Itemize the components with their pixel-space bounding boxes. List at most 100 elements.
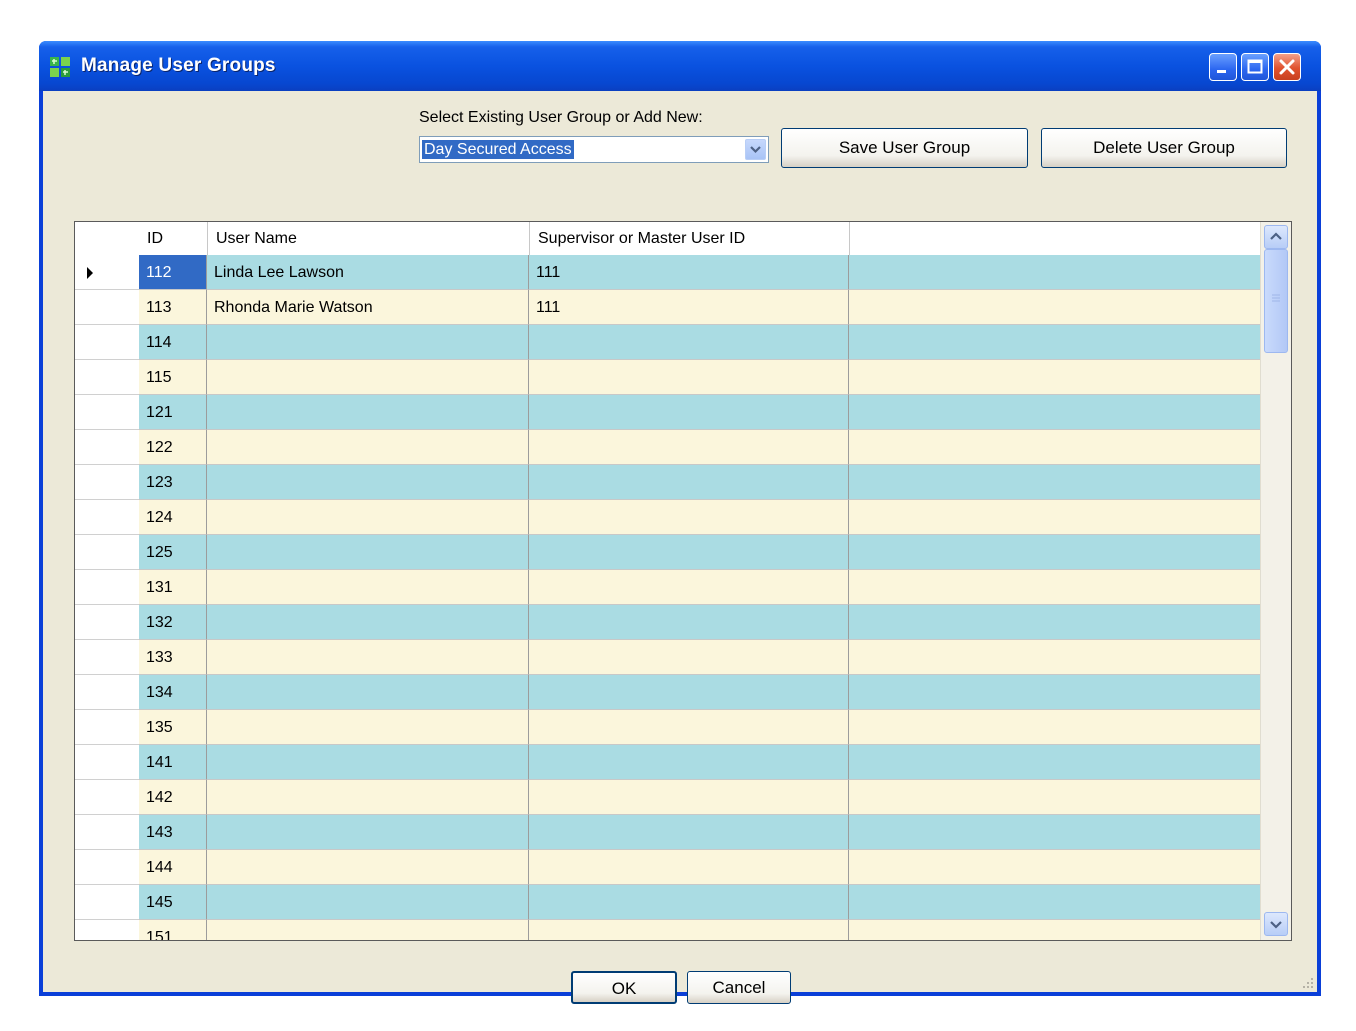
table-row[interactable]: 134 [75,675,1261,710]
cell-supervisor-id[interactable] [529,745,849,780]
row-header[interactable] [75,570,139,605]
table-row[interactable]: 135 [75,710,1261,745]
user-group-grid[interactable]: ID User Name Supervisor or Master User I… [74,221,1292,941]
cell-empty[interactable] [849,815,1261,850]
cell-user-name[interactable] [207,640,529,675]
cell-id[interactable]: 114 [139,325,207,360]
cell-supervisor-id[interactable] [529,815,849,850]
cell-supervisor-id[interactable] [529,395,849,430]
dropdown-button[interactable] [745,139,766,160]
cell-user-name[interactable] [207,325,529,360]
cell-empty[interactable] [849,360,1261,395]
cell-user-name[interactable] [207,535,529,570]
table-row[interactable]: 145 [75,885,1261,920]
cell-user-name[interactable] [207,710,529,745]
table-row[interactable]: 122 [75,430,1261,465]
cell-supervisor-id[interactable] [529,570,849,605]
cell-user-name[interactable] [207,500,529,535]
table-row[interactable]: 151 [75,920,1261,940]
close-button[interactable] [1273,53,1301,81]
cell-empty[interactable] [849,255,1261,290]
scroll-down-button[interactable] [1264,912,1288,936]
cell-empty[interactable] [849,570,1261,605]
table-row[interactable]: 114 [75,325,1261,360]
delete-user-group-button[interactable]: Delete User Group [1041,128,1287,168]
row-header[interactable] [75,815,139,850]
cell-empty[interactable] [849,395,1261,430]
cell-id[interactable]: 112 [139,255,207,290]
cell-id[interactable]: 124 [139,500,207,535]
column-header-user-name[interactable]: User Name [207,222,529,255]
column-header-supervisor[interactable]: Supervisor or Master User ID [529,222,849,255]
cell-empty[interactable] [849,430,1261,465]
table-row[interactable]: 144 [75,850,1261,885]
cell-id[interactable]: 145 [139,885,207,920]
cell-empty[interactable] [849,290,1261,325]
cell-supervisor-id[interactable] [529,710,849,745]
row-header[interactable] [75,850,139,885]
cell-user-name[interactable] [207,430,529,465]
cell-user-name[interactable] [207,605,529,640]
cell-supervisor-id[interactable] [529,920,849,940]
cell-empty[interactable] [849,675,1261,710]
cell-empty[interactable] [849,605,1261,640]
cell-id[interactable]: 142 [139,780,207,815]
cell-id[interactable]: 144 [139,850,207,885]
cell-supervisor-id[interactable]: 111 [529,290,849,325]
cell-user-name[interactable] [207,675,529,710]
cell-user-name[interactable] [207,780,529,815]
cell-empty[interactable] [849,780,1261,815]
cell-empty[interactable] [849,640,1261,675]
cell-user-name[interactable] [207,465,529,500]
cell-empty[interactable] [849,500,1261,535]
table-row[interactable]: 133 [75,640,1261,675]
row-header[interactable] [75,710,139,745]
cell-user-name[interactable]: Rhonda Marie Watson [207,290,529,325]
cell-supervisor-id[interactable] [529,605,849,640]
row-header[interactable] [75,465,139,500]
vertical-scrollbar[interactable] [1260,222,1291,940]
cancel-button[interactable]: Cancel [687,971,791,1004]
row-header[interactable] [75,290,139,325]
cell-id[interactable]: 133 [139,640,207,675]
cell-user-name[interactable] [207,885,529,920]
cell-id[interactable]: 121 [139,395,207,430]
row-header[interactable] [75,255,139,290]
cell-supervisor-id[interactable] [529,885,849,920]
cell-id[interactable]: 151 [139,920,207,940]
table-row[interactable]: 141 [75,745,1261,780]
cell-supervisor-id[interactable] [529,535,849,570]
cell-id[interactable]: 143 [139,815,207,850]
row-header[interactable] [75,360,139,395]
row-header[interactable] [75,920,139,940]
row-header[interactable] [75,885,139,920]
cell-supervisor-id[interactable] [529,500,849,535]
user-group-combobox[interactable]: Day Secured Access [419,136,769,163]
cell-user-name[interactable] [207,920,529,940]
cell-id[interactable]: 135 [139,710,207,745]
table-row[interactable]: 124 [75,500,1261,535]
table-row[interactable]: 142 [75,780,1261,815]
cell-empty[interactable] [849,325,1261,360]
column-header-id[interactable]: ID [139,222,207,255]
cell-supervisor-id[interactable]: 111 [529,255,849,290]
cell-id[interactable]: 115 [139,360,207,395]
cell-user-name[interactable] [207,850,529,885]
cell-user-name[interactable] [207,570,529,605]
cell-empty[interactable] [849,850,1261,885]
row-header[interactable] [75,430,139,465]
cell-id[interactable]: 113 [139,290,207,325]
table-row[interactable]: 121 [75,395,1261,430]
ok-button[interactable]: OK [571,971,677,1004]
cell-supervisor-id[interactable] [529,780,849,815]
resize-grip-icon[interactable] [1301,976,1315,990]
cell-user-name[interactable] [207,815,529,850]
title-bar[interactable]: Manage User Groups [39,41,1321,91]
cell-supervisor-id[interactable] [529,325,849,360]
cell-supervisor-id[interactable] [529,850,849,885]
table-row[interactable]: 113 Rhonda Marie Watson 111 [75,290,1261,325]
row-header[interactable] [75,325,139,360]
table-row[interactable]: 115 [75,360,1261,395]
save-user-group-button[interactable]: Save User Group [781,128,1028,168]
row-header[interactable] [75,745,139,780]
